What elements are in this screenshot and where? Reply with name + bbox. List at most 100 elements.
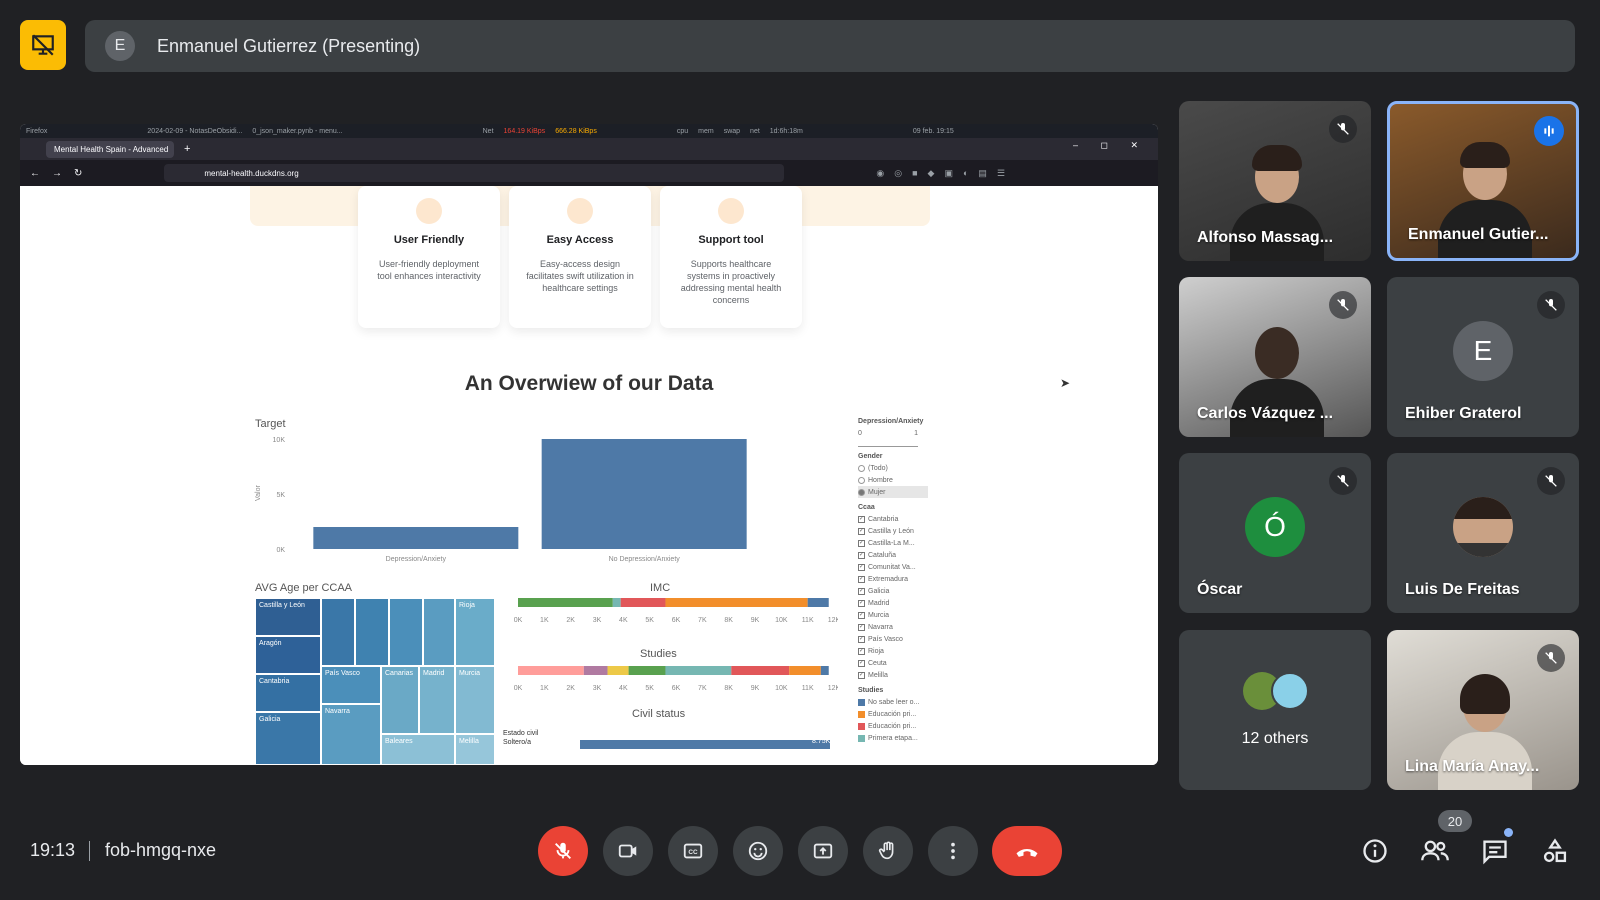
treemap-cell[interactable]: Rioja: [455, 598, 495, 666]
bar-segment[interactable]: [612, 598, 621, 607]
bar-segment[interactable]: [620, 598, 666, 607]
depression-slider[interactable]: [858, 439, 918, 447]
end-call-button[interactable]: [992, 826, 1062, 876]
ccaa-checkbox[interactable]: ✓ Navarra: [858, 621, 928, 633]
gender-option[interactable]: Hombre: [858, 474, 928, 486]
camera-button[interactable]: [603, 826, 653, 876]
os-datetime: 09 feb. 19:15: [912, 127, 954, 135]
present-screen-button[interactable]: [798, 826, 848, 876]
ccaa-checkbox[interactable]: ✓ Melilla: [858, 669, 928, 681]
ccaa-checkbox[interactable]: ✓ Galicia: [858, 585, 928, 597]
treemap-cell[interactable]: [355, 598, 389, 666]
net-label: Net: [482, 127, 494, 135]
x-tick-label: No Depression/Anxiety: [609, 556, 681, 563]
meeting-code: fob-hmgq-nxe: [105, 840, 217, 860]
emoji-button[interactable]: [733, 826, 783, 876]
sys-net: net: [750, 127, 760, 135]
ccaa-checkbox[interactable]: ✓ Cataluña: [858, 549, 928, 561]
gender-option-selected[interactable]: Mujer: [858, 486, 928, 498]
raise-hand-button[interactable]: [863, 826, 913, 876]
ccaa-checkbox[interactable]: ✓ Cantabria: [858, 513, 928, 525]
treemap-cell[interactable]: Canarias: [381, 666, 419, 734]
browser-tab-bar: Mental Health Spain - Advanced +: [20, 138, 1158, 160]
participant-tile[interactable]: Alfonso Massag...: [1179, 101, 1371, 261]
bar[interactable]: [313, 527, 519, 549]
presenter-avatar: E: [105, 31, 135, 61]
treemap-title: AVG Age per CCAA: [255, 582, 353, 594]
treemap-cell[interactable]: Baleares: [381, 734, 455, 765]
ccaa-checkbox[interactable]: ✓ Rioja: [858, 645, 928, 657]
treemap-cell[interactable]: País Vasco: [321, 666, 381, 704]
back-icon[interactable]: ←: [30, 168, 40, 179]
treemap-cell[interactable]: Navarra: [321, 704, 381, 765]
treemap-cell[interactable]: Murcia: [455, 666, 495, 734]
x-tick-label: 3K: [593, 617, 602, 624]
web-page: User Friendly User-friendly deployment t…: [20, 186, 1158, 765]
studies-title: Studies: [640, 648, 677, 660]
treemap-cell[interactable]: [321, 598, 355, 666]
window-controls-icon[interactable]: – ◻ ✕: [1073, 140, 1148, 151]
treemap-cell[interactable]: Galicia: [255, 712, 321, 765]
others-tile[interactable]: 12 others: [1179, 630, 1371, 790]
bar-segment[interactable]: [731, 666, 790, 675]
ccaa-checkbox[interactable]: ✓ Ceuta: [858, 657, 928, 669]
chat-icon[interactable]: [1478, 834, 1512, 868]
ccaa-checkbox[interactable]: ✓ País Vasco: [858, 633, 928, 645]
bar[interactable]: [541, 439, 747, 549]
bar-segment[interactable]: [518, 666, 584, 675]
participant-tile-active[interactable]: Enmanuel Gutier...: [1387, 101, 1579, 261]
civil-title: Civil status: [632, 708, 686, 720]
participant-tile[interactable]: Ó Óscar: [1179, 453, 1371, 613]
bar-segment[interactable]: [665, 666, 732, 675]
participant-tile[interactable]: Carlos Vázquez ...: [1179, 277, 1371, 437]
x-tick-label: 6K: [672, 617, 681, 624]
meeting-info-icon[interactable]: [1358, 834, 1392, 868]
participant-tile[interactable]: E Ehiber Graterol: [1387, 277, 1579, 437]
bar-segment[interactable]: [583, 666, 608, 675]
participant-tile[interactable]: Luis De Freitas: [1387, 453, 1579, 613]
treemap-cell[interactable]: Melilla: [455, 734, 495, 765]
bar-segment[interactable]: [820, 666, 829, 675]
y-tick-label: 0K: [276, 547, 285, 554]
treemap-cell[interactable]: Aragón: [255, 636, 321, 674]
reload-icon[interactable]: ↻: [74, 168, 82, 179]
gender-option[interactable]: (Todo): [858, 462, 928, 474]
treemap-cell[interactable]: Madrid: [419, 666, 455, 734]
presentation-icon[interactable]: [20, 20, 66, 70]
url-bar[interactable]: mental-health.duckdns.org: [164, 164, 785, 182]
x-tick-label: 8K: [724, 685, 733, 692]
bar-segment[interactable]: [607, 666, 629, 675]
bar-segment[interactable]: [789, 666, 821, 675]
treemap-cell[interactable]: [423, 598, 455, 666]
captions-button[interactable]: CC: [668, 826, 718, 876]
mic-toggle-button[interactable]: [538, 826, 588, 876]
browser-tab[interactable]: Mental Health Spain - Advanced: [46, 140, 174, 158]
bar-segment[interactable]: [807, 598, 829, 607]
ccaa-checkbox[interactable]: ✓ Madrid: [858, 597, 928, 609]
participant-photo-avatar: [1453, 497, 1513, 557]
forward-icon[interactable]: →: [52, 168, 62, 179]
civil-bar: [580, 740, 830, 749]
bar-segment[interactable]: [628, 666, 666, 675]
ccaa-checkbox[interactable]: ✓ Castilla y León: [858, 525, 928, 537]
participant-tile[interactable]: Lina María Anay...: [1387, 630, 1579, 790]
ccaa-checkbox[interactable]: ✓ Extremadura: [858, 573, 928, 585]
bar-segment[interactable]: [665, 598, 808, 607]
new-tab-icon[interactable]: +: [184, 143, 190, 155]
treemap-cell[interactable]: Castilla y León: [255, 598, 321, 636]
people-icon[interactable]: [1418, 834, 1452, 868]
treemap-cell[interactable]: Cantabria: [255, 674, 321, 712]
extension-icons[interactable]: ◉ ◎ ■ ◆ ▣ ◐ ▤ ☰: [876, 168, 1005, 179]
x-tick-label: 2K: [566, 617, 575, 624]
clock: 19:13: [30, 840, 76, 860]
treemap-cell[interactable]: [389, 598, 423, 666]
feature-icon: [718, 198, 744, 224]
ccaa-checkbox[interactable]: ✓ Castilla-La M...: [858, 537, 928, 549]
more-options-button[interactable]: [928, 826, 978, 876]
participant-name: Carlos Vázquez ...: [1197, 405, 1334, 422]
slider-max: 1: [914, 429, 918, 437]
ccaa-checkbox[interactable]: ✓ Murcia: [858, 609, 928, 621]
ccaa-checkbox[interactable]: ✓ Comunitat Va...: [858, 561, 928, 573]
bar-segment[interactable]: [518, 598, 613, 607]
activities-icon[interactable]: [1538, 834, 1572, 868]
